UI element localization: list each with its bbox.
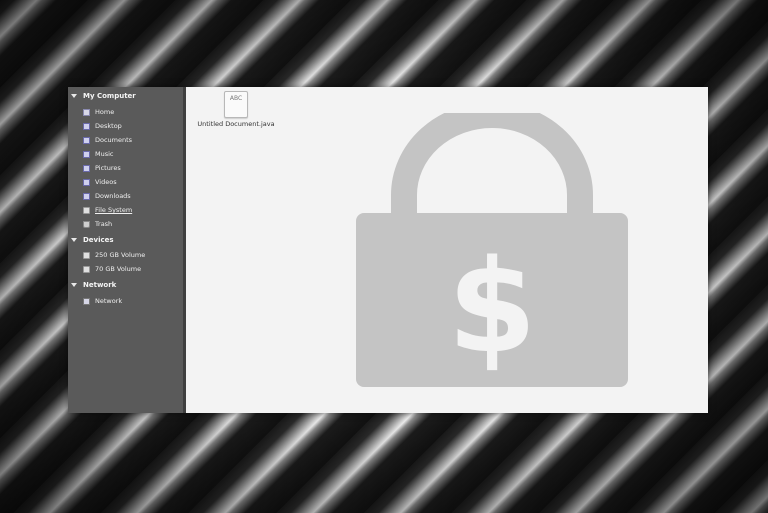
sidebar-section-label: Network	[83, 281, 117, 289]
sidebar-item-label: Home	[95, 108, 115, 116]
folder-icon	[83, 136, 90, 144]
sidebar-item-label: 70 GB Volume	[95, 265, 142, 273]
sidebar-section-devices[interactable]: Devices	[68, 234, 114, 246]
locked-dollar-padlock-icon: $	[356, 113, 628, 387]
drive-icon	[83, 251, 90, 259]
folder-icon	[83, 122, 90, 130]
sidebar-item-documents[interactable]: Documents	[83, 134, 132, 146]
drive-icon	[83, 265, 90, 273]
chevron-down-icon	[71, 238, 77, 242]
sidebar-item-network[interactable]: Network	[83, 295, 122, 307]
chevron-down-icon	[71, 283, 77, 287]
sidebar-item-music[interactable]: Music	[83, 148, 114, 160]
folder-icon	[83, 192, 90, 200]
sidebar-item-label: Desktop	[95, 122, 122, 130]
sidebar-item-videos[interactable]: Videos	[83, 176, 117, 188]
sidebar-item-pictures[interactable]: Pictures	[83, 162, 121, 174]
network-icon	[83, 297, 90, 305]
sidebar-item-home[interactable]: Home	[83, 106, 114, 118]
sidebar-section-label: My Computer	[83, 92, 136, 100]
sidebar-item-label: 250 GB Volume	[95, 251, 146, 259]
sidebar: My Computer Home Desktop Documents Music…	[68, 87, 183, 413]
folder-icon	[83, 164, 90, 172]
sidebar-item-label: Downloads	[95, 192, 131, 200]
home-icon	[83, 108, 90, 116]
file-name-label[interactable]: Untitled Document.java	[196, 120, 276, 128]
trash-icon	[83, 220, 90, 228]
sidebar-item-250gb-volume[interactable]: 250 GB Volume	[83, 249, 145, 261]
sidebar-item-label: Documents	[95, 136, 133, 144]
padlock-shackle	[391, 113, 593, 213]
sidebar-item-label: Network	[95, 297, 123, 305]
sidebar-item-label: File System	[95, 206, 133, 214]
folder-icon	[83, 150, 90, 158]
chevron-down-icon	[71, 94, 77, 98]
folder-icon	[83, 178, 90, 186]
sidebar-item-desktop[interactable]: Desktop	[83, 120, 122, 132]
sidebar-item-downloads[interactable]: Downloads	[83, 190, 131, 202]
sidebar-section-my-computer[interactable]: My Computer	[68, 90, 136, 102]
drive-icon	[83, 206, 90, 214]
sidebar-item-file-system[interactable]: File System	[83, 204, 132, 216]
dollar-sign: $	[447, 233, 536, 382]
sidebar-section-label: Devices	[83, 236, 114, 244]
sidebar-item-label: Videos	[95, 178, 117, 186]
sidebar-section-network[interactable]: Network	[68, 279, 116, 291]
sidebar-item-trash[interactable]: Trash	[83, 218, 112, 230]
file-manager-window: My Computer Home Desktop Documents Music…	[68, 87, 708, 413]
sidebar-item-70gb-volume[interactable]: 70 GB Volume	[83, 263, 141, 275]
file-icon-text: ABC	[229, 95, 243, 102]
file-view: ABC Untitled Document.java $	[186, 87, 708, 413]
sidebar-item-label: Trash	[95, 220, 113, 228]
text-file-icon[interactable]: ABC	[224, 91, 248, 118]
sidebar-item-label: Music	[95, 150, 114, 158]
sidebar-item-label: Pictures	[95, 164, 121, 172]
